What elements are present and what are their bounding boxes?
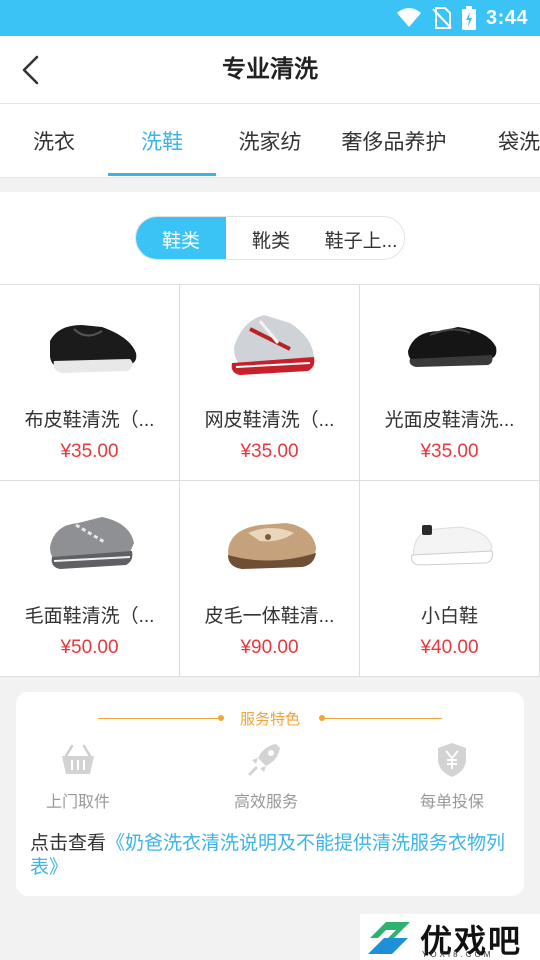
product-price: ¥35.00 [420, 441, 479, 462]
rocket-icon [248, 744, 280, 776]
segmented-control: 鞋类 靴类 鞋子上... [135, 216, 405, 260]
tab-luxury-care[interactable]: 奢侈品养护 [324, 104, 464, 177]
product-price: ¥40.00 [420, 637, 479, 658]
product-card[interactable]: 皮毛一体鞋清... ¥90.00 [180, 481, 360, 677]
status-bar: 3:44 [0, 0, 540, 36]
tab-label: 奢侈品养护 [341, 131, 447, 154]
product-card[interactable]: 网皮鞋清洗（... ¥35.00 [180, 285, 360, 481]
product-name: 光面皮鞋清洗... [384, 410, 515, 431]
service-header: 服务特色 [16, 708, 524, 730]
suede-shoe-image [50, 517, 134, 569]
tab-label: 洗衣 [33, 131, 75, 154]
product-card[interactable]: 布皮鞋清洗（... ¥35.00 [0, 285, 180, 481]
product-card[interactable]: 光面皮鞋清洗... ¥35.00 [360, 285, 540, 481]
divider-right [322, 718, 442, 719]
status-time: 3:44 [485, 6, 528, 29]
category-tab-bar: 洗衣 洗鞋 洗家纺 奢侈品养护 袋洗 [0, 104, 540, 178]
feature-label: 高效服务 [233, 794, 298, 811]
subcategory-filter: 鞋类 靴类 鞋子上... [0, 192, 540, 284]
service-features-card: 服务特色 上门取件 高效服务 每单投保 点击查看《奶爸洗衣清洗说明及不能提供清洗… [16, 692, 524, 896]
title-bar: 专业清洗 [0, 36, 540, 104]
product-name: 皮毛一体鞋清... [204, 606, 335, 627]
product-price: ¥90.00 [240, 637, 299, 658]
no-sim-icon [432, 7, 452, 29]
product-name: 小白鞋 [420, 606, 478, 627]
shield-yen-icon [438, 743, 466, 777]
product-name: 布皮鞋清洗（... [24, 410, 155, 431]
wifi-icon [396, 8, 421, 27]
fur-loafer-image [228, 523, 316, 569]
product-price: ¥35.00 [240, 441, 299, 462]
feature-pickup: 上门取件 [8, 742, 148, 812]
notice-prefix: 点击查看 [30, 833, 107, 854]
tab-label: 袋洗 [498, 131, 540, 154]
product-price: ¥50.00 [60, 637, 119, 658]
feature-efficient: 高效服务 [196, 742, 336, 812]
product-card[interactable]: 小白鞋 ¥40.00 [360, 481, 540, 677]
product-name: 网皮鞋清洗（... [204, 410, 335, 431]
tab-bag-wash[interactable]: 袋洗 [470, 104, 540, 177]
white-sneaker-image [411, 525, 493, 566]
segment-label: 鞋子上... [324, 230, 398, 252]
tab-home-textiles[interactable]: 洗家纺 [216, 104, 324, 177]
segment-label: 鞋类 [161, 230, 200, 252]
active-tab-indicator [108, 173, 216, 176]
watermark-domain: YOXI8.COM [422, 950, 494, 959]
product-name: 毛面鞋清洗（... [24, 606, 155, 627]
page-title: 专业清洗 [222, 56, 318, 83]
segment-boots[interactable]: 靴类 [226, 217, 316, 259]
feature-label: 上门取件 [45, 794, 110, 811]
product-card[interactable]: 毛面鞋清洗（... ¥50.00 [0, 481, 180, 677]
brand-logo-icon [368, 922, 410, 954]
cloth-shoe-image [50, 325, 137, 373]
segment-shoe-other[interactable]: 鞋子上... [316, 217, 404, 259]
feature-insured: 每单投保 [382, 742, 522, 812]
watermark-logo: 优戏吧 YOXI8.COM [360, 914, 540, 960]
product-price: ¥35.00 [60, 441, 119, 462]
feature-label: 每单投保 [419, 794, 484, 811]
tab-label: 洗家纺 [238, 131, 302, 154]
mesh-sneaker-image [231, 315, 315, 375]
service-title: 服务特色 [239, 711, 300, 728]
service-notice: 点击查看《奶爸洗衣清洗说明及不能提供清洗服务衣物列表》 [30, 832, 514, 880]
tab-label: 洗鞋 [141, 131, 183, 154]
tab-shoe-wash[interactable]: 洗鞋 [108, 104, 216, 177]
leather-shoe-image [408, 327, 497, 367]
tab-laundry[interactable]: 洗衣 [0, 104, 108, 177]
product-grid: 布皮鞋清洗（... ¥35.00 网皮鞋清洗（... ¥35.00 光面皮鞋清洗… [0, 284, 540, 677]
status-icons: 3:44 [396, 6, 528, 30]
basket-icon [62, 744, 94, 774]
battery-charging-icon [461, 6, 476, 30]
segment-label: 靴类 [251, 230, 290, 252]
segment-shoes[interactable]: 鞋类 [136, 217, 226, 259]
